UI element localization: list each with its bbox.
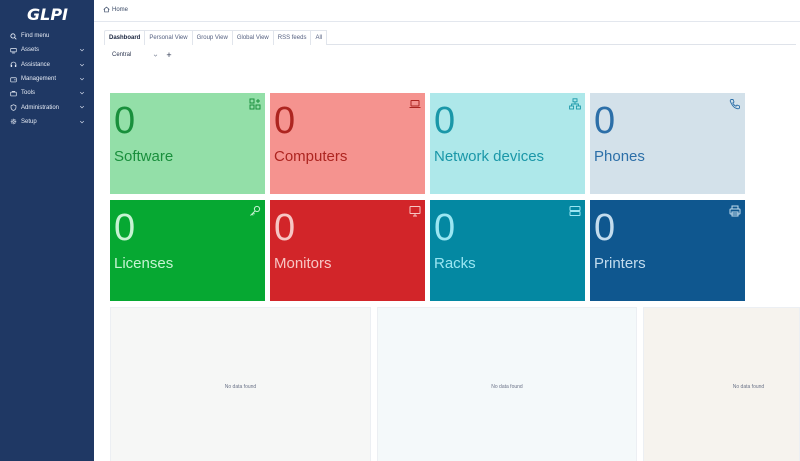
sidebar-item-label: Setup bbox=[21, 118, 37, 125]
tile-licenses[interactable]: 0 Licenses bbox=[110, 200, 265, 301]
chevron-down-icon bbox=[79, 77, 85, 81]
tile-monitors[interactable]: 0 Monitors bbox=[270, 200, 425, 301]
printer-icon bbox=[729, 204, 741, 217]
glpi-logo[interactable]: GLPI bbox=[27, 5, 68, 24]
breadcrumb[interactable]: Home bbox=[103, 6, 128, 13]
tab-rss-feeds[interactable]: RSS feeds bbox=[272, 30, 312, 45]
briefcase-icon bbox=[9, 89, 17, 97]
breadcrumb-home[interactable]: Home bbox=[112, 7, 128, 13]
sidebar-item-label: Administration bbox=[21, 104, 60, 111]
assets-icon bbox=[9, 46, 17, 54]
sidebar-item-label: Tools bbox=[21, 90, 36, 97]
sidebar-item-label: Assets bbox=[21, 47, 40, 54]
tab-dashboard[interactable]: Dashboard bbox=[104, 30, 146, 45]
chart-panel: No data found bbox=[110, 307, 371, 461]
phone-icon bbox=[729, 97, 741, 110]
sidebar-item-label: Find menu bbox=[21, 33, 50, 40]
tile-count: 0 bbox=[114, 100, 136, 142]
tab-personal-view[interactable]: Personal View bbox=[144, 30, 193, 45]
sidebar: GLPI Find menu Assets Assistance Managem… bbox=[0, 0, 94, 461]
home-icon bbox=[103, 6, 110, 13]
software-icon bbox=[249, 97, 261, 110]
tile-count: 0 bbox=[274, 100, 296, 142]
shield-icon bbox=[9, 104, 17, 112]
search-icon bbox=[9, 32, 17, 40]
sidebar-item-assets[interactable]: Assets bbox=[0, 43, 94, 57]
dashboard-select-value: Central bbox=[112, 52, 132, 58]
chevron-down-icon bbox=[79, 106, 85, 109]
tile-label: Licenses bbox=[114, 255, 174, 272]
dashboard-select[interactable]: Central bbox=[110, 49, 160, 61]
tile-label: Software bbox=[114, 148, 174, 165]
tile-count: 0 bbox=[434, 100, 456, 142]
tab-global-view[interactable]: Global View bbox=[231, 30, 274, 45]
sidebar-item-label: Assistance bbox=[21, 61, 51, 68]
tile-network-devices[interactable]: 0 Network devices bbox=[430, 93, 585, 194]
tile-printers[interactable]: 0 Printers bbox=[590, 200, 745, 301]
tile-software[interactable]: 0 Software bbox=[110, 93, 265, 194]
chevron-down-icon bbox=[79, 120, 85, 124]
headset-icon bbox=[9, 61, 17, 69]
no-data-text: No data found bbox=[732, 384, 765, 390]
tile-label: Printers bbox=[594, 255, 646, 272]
tile-count: 0 bbox=[594, 100, 616, 142]
tile-count: 0 bbox=[434, 207, 456, 249]
tile-label: Racks bbox=[434, 255, 476, 272]
chevron-down-icon bbox=[79, 92, 85, 95]
no-data-text: No data found bbox=[224, 384, 257, 390]
sidebar-item-label: Management bbox=[21, 76, 57, 83]
tile-label: Phones bbox=[594, 148, 645, 165]
chart-panel: No data found bbox=[377, 307, 637, 461]
tile-count: 0 bbox=[594, 207, 616, 249]
sidebar-item-management[interactable]: Management bbox=[0, 72, 94, 86]
chevron-down-icon bbox=[153, 54, 158, 57]
laptop-icon bbox=[409, 97, 421, 109]
tile-count: 0 bbox=[274, 207, 296, 249]
tile-label: Monitors bbox=[274, 255, 332, 272]
key-icon bbox=[249, 204, 261, 216]
monitor-icon bbox=[409, 204, 421, 217]
tile-count: 0 bbox=[114, 207, 136, 249]
sidebar-item-assistance[interactable]: Assistance bbox=[0, 58, 94, 72]
tab-group-view[interactable]: Group View bbox=[191, 30, 233, 45]
sidebar-item-administration[interactable]: Administration bbox=[0, 100, 94, 114]
sidebar-item-find-menu[interactable]: Find menu bbox=[0, 29, 94, 43]
network-icon bbox=[569, 97, 581, 110]
tile-label: Network devices bbox=[434, 148, 545, 165]
tab-all[interactable]: All bbox=[310, 30, 328, 45]
gear-icon bbox=[9, 118, 17, 126]
tile-label: Computers bbox=[274, 148, 348, 165]
chart-panel: No data found bbox=[643, 307, 800, 461]
server-icon bbox=[569, 204, 581, 216]
chevron-down-icon bbox=[79, 49, 85, 52]
tile-computers[interactable]: 0 Computers bbox=[270, 93, 425, 194]
sidebar-item-tools[interactable]: Tools bbox=[0, 86, 94, 100]
tile-racks[interactable]: 0 Racks bbox=[430, 200, 585, 301]
dashboard-tabs: Dashboard Personal View Group View Globa… bbox=[104, 30, 796, 45]
chevron-down-icon bbox=[79, 63, 85, 67]
no-data-text: No data found bbox=[491, 384, 523, 390]
wallet-icon bbox=[9, 75, 17, 83]
add-dashboard-button[interactable]: + bbox=[164, 49, 174, 61]
top-header: Home bbox=[94, 0, 800, 22]
sidebar-item-setup[interactable]: Setup bbox=[0, 115, 94, 129]
sidebar-menu: Find menu Assets Assistance Management T… bbox=[0, 29, 94, 129]
tile-phones[interactable]: 0 Phones bbox=[590, 93, 745, 194]
